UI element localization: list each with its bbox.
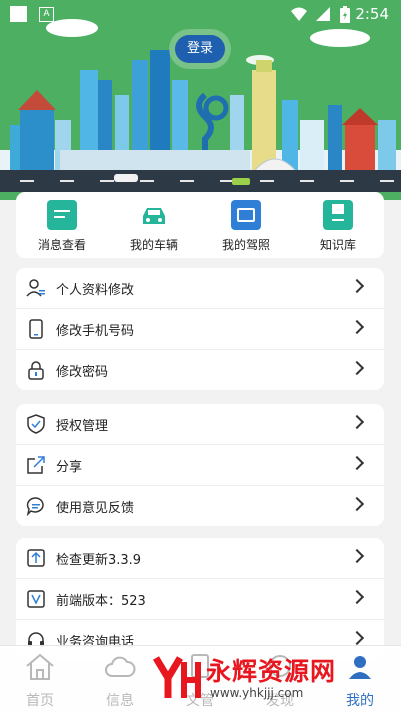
menu-item-feedback[interactable]: 使用意见反馈 [16, 486, 384, 526]
chevron-right-icon [349, 496, 365, 512]
car-icon [139, 200, 169, 230]
tab-info[interactable]: 信息 [90, 652, 150, 710]
quick-actions-card: 消息查看 我的车辆 我的驾照 知识库 [16, 192, 384, 258]
lock-icon [28, 361, 44, 380]
quick-action-vehicles[interactable]: 我的车辆 [118, 200, 190, 253]
menu-item-label: 授权管理 [56, 419, 109, 434]
message-icon [47, 200, 77, 230]
menu-item-check-update[interactable]: 检查更新3.3.9 [16, 538, 384, 579]
battery-icon [340, 6, 350, 23]
watermark: 永辉资源网 www.yhkjjj.com [150, 650, 395, 708]
chevron-right-icon [349, 455, 365, 471]
menu-item-version[interactable]: 前端版本：523 [16, 579, 384, 620]
quick-action-label: 我的驾照 [221, 238, 270, 252]
menu-item-share[interactable]: 分享 [16, 445, 384, 486]
cloud-icon [105, 656, 136, 677]
menu-item-change-phone[interactable]: 修改手机号码 [16, 309, 384, 350]
menu-item-change-password[interactable]: 修改密码 [16, 350, 384, 390]
shield-icon [27, 414, 45, 434]
watermark-logo-icon [152, 656, 201, 698]
menu-item-label: 个人资料修改 [56, 283, 135, 298]
menu-item-label: 前端版本：523 [56, 594, 146, 609]
menu-item-label: 检查更新3.3.9 [56, 553, 142, 568]
book-icon [323, 200, 353, 230]
watermark-url: www.yhkjjj.com [210, 686, 304, 700]
general-settings-card: 授权管理 分享 使用意见反馈 [16, 404, 384, 526]
wifi-icon [291, 7, 307, 21]
update-icon [27, 549, 45, 567]
menu-item-profile-edit[interactable]: 个人资料修改 [16, 268, 384, 309]
quick-action-label: 知识库 [319, 238, 356, 252]
chevron-right-icon [349, 360, 365, 376]
user-edit-icon [26, 279, 45, 297]
home-icon [26, 653, 54, 680]
cars [114, 174, 250, 185]
quick-action-label: 我的车辆 [129, 238, 178, 252]
menu-item-authorization[interactable]: 授权管理 [16, 404, 384, 445]
menu-item-label: 使用意见反馈 [56, 501, 135, 516]
phone-icon [29, 319, 43, 339]
share-icon [27, 456, 45, 474]
quick-action-label: 消息查看 [37, 238, 86, 252]
chevron-right-icon [349, 630, 365, 646]
tab-label: 首页 [26, 693, 54, 709]
menu-item-label: 分享 [56, 460, 83, 475]
hero-banner: 登录 [0, 0, 401, 200]
version-icon [27, 590, 45, 608]
menu-item-label: 修改密码 [56, 365, 109, 380]
chevron-right-icon [349, 319, 365, 335]
feedback-icon [26, 497, 44, 516]
chevron-right-icon [349, 414, 365, 430]
notification-square-icon [10, 6, 27, 22]
login-button[interactable]: 登录 [175, 35, 225, 63]
signal-icon [316, 7, 330, 21]
quick-action-license[interactable]: 我的驾照 [210, 200, 282, 253]
chevron-right-icon [349, 548, 365, 564]
quick-action-messages[interactable]: 消息查看 [26, 200, 98, 253]
tab-label: 信息 [106, 693, 134, 709]
watermark-text: 永辉资源网 [206, 657, 337, 686]
menu-item-label: 修改手机号码 [56, 324, 135, 339]
status-bar: A 2:54 [0, 0, 401, 28]
account-settings-card: 个人资料修改 修改手机号码 修改密码 [16, 268, 384, 390]
chevron-right-icon [349, 278, 365, 294]
tab-home[interactable]: 首页 [10, 652, 70, 710]
status-time: 2:54 [355, 5, 389, 23]
about-card: 检查更新3.3.9 前端版本：523 业务咨询电话 [16, 538, 384, 660]
quick-action-knowledge[interactable]: 知识库 [302, 200, 374, 253]
license-icon [231, 200, 261, 230]
notification-a-icon: A [39, 7, 54, 22]
chevron-right-icon [349, 589, 365, 605]
